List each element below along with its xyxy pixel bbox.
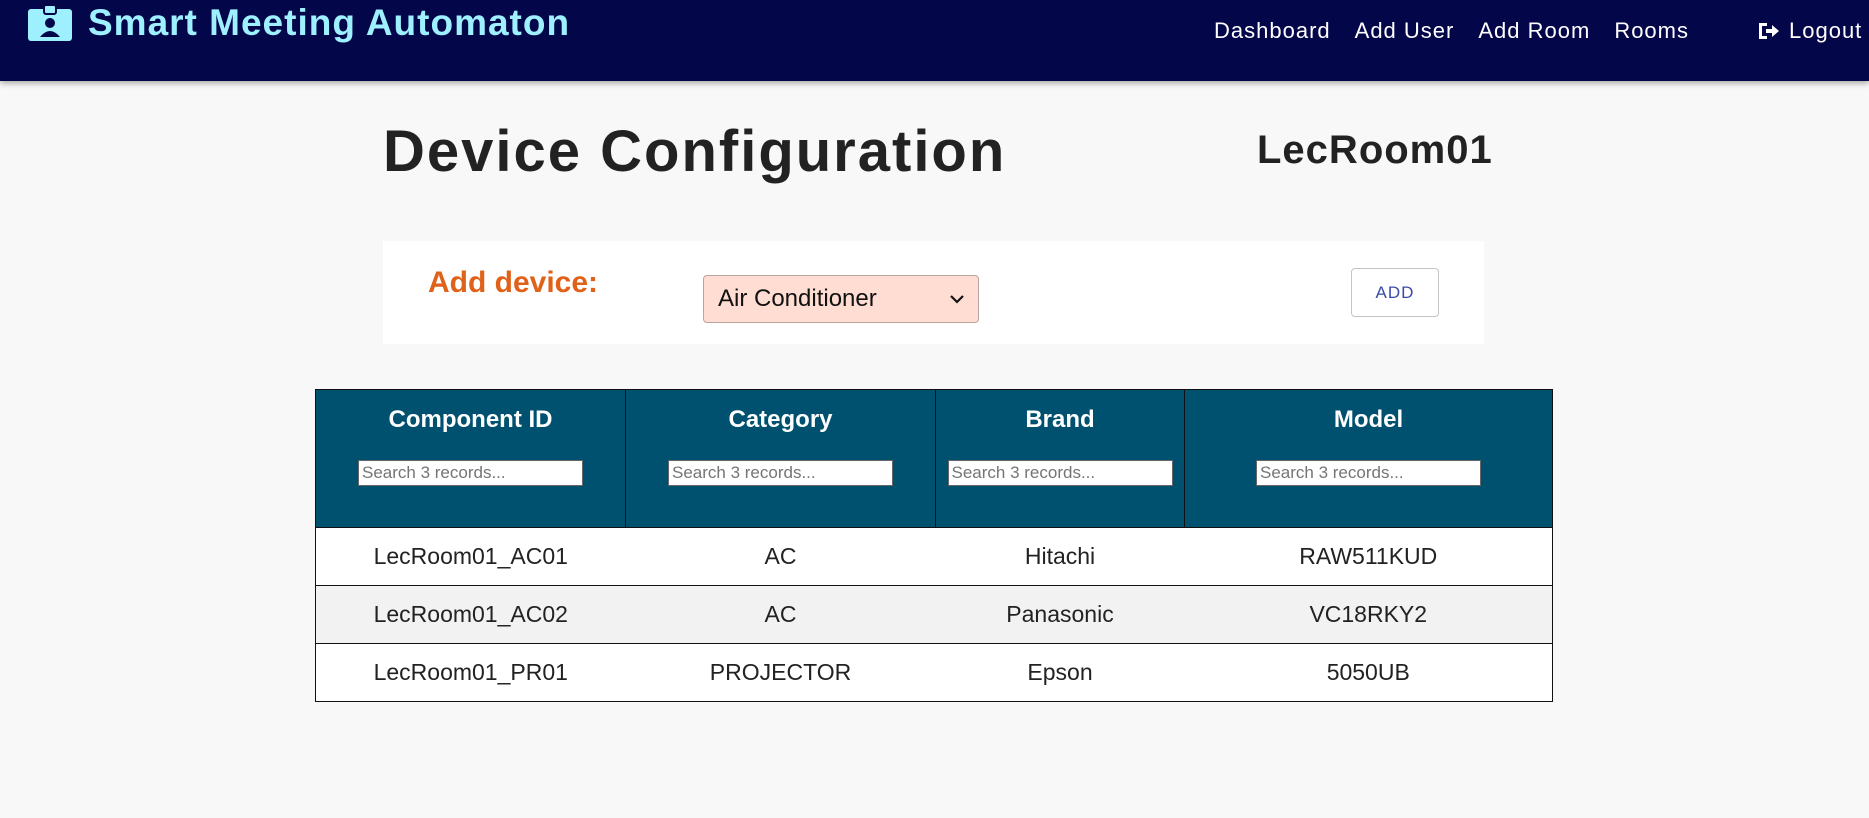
cell-brand: Hitachi	[935, 527, 1185, 586]
devices-table: Component ID Category Brand Model	[315, 389, 1553, 702]
nav-add-room[interactable]: Add Room	[1478, 18, 1590, 44]
cell-brand: Epson	[935, 643, 1185, 702]
cell-model: VC18RKY2	[1184, 585, 1553, 644]
id-badge-icon	[28, 5, 72, 41]
cell-brand: Panasonic	[935, 585, 1185, 644]
page-title: Device Configuration	[383, 119, 1007, 184]
search-input-component-id[interactable]	[358, 460, 583, 486]
device-select-value: Air Conditioner	[718, 285, 877, 312]
nav-dashboard[interactable]: Dashboard	[1214, 18, 1331, 44]
column-header-brand: Brand	[935, 389, 1185, 528]
top-navbar: Smart Meeting Automaton Dashboard Add Us…	[0, 0, 1869, 81]
search-input-model[interactable]	[1256, 460, 1481, 486]
cell-model: 5050UB	[1184, 643, 1553, 702]
cell-category: AC	[625, 527, 936, 586]
brand[interactable]: Smart Meeting Automaton	[28, 2, 570, 44]
device-type-select[interactable]: Air Conditioner	[703, 275, 979, 323]
cell-component-id: LecRoom01_AC02	[315, 585, 626, 644]
column-label: Brand	[1025, 406, 1095, 433]
column-header-model: Model	[1184, 389, 1553, 528]
sign-out-icon	[1759, 23, 1779, 39]
cell-model: RAW511KUD	[1184, 527, 1553, 586]
nav-add-user[interactable]: Add User	[1355, 18, 1455, 44]
devices-table-container: Component ID Category Brand Model	[315, 389, 1553, 702]
nav-rooms[interactable]: Rooms	[1614, 18, 1689, 44]
search-input-brand[interactable]	[947, 460, 1173, 486]
cell-category: PROJECTOR	[625, 643, 936, 702]
add-device-card: Add device: Air Conditioner ADD	[383, 241, 1484, 344]
column-label: Component ID	[388, 406, 553, 433]
add-device-label: Add device:	[428, 266, 599, 299]
search-input-category[interactable]	[668, 460, 893, 486]
add-device-button[interactable]: ADD	[1351, 268, 1439, 317]
chevron-down-icon	[950, 295, 964, 304]
nav-links: Dashboard Add User Add Room Rooms	[1214, 18, 1713, 44]
logout-link[interactable]: Logout	[1757, 18, 1862, 44]
cell-component-id: LecRoom01_AC01	[315, 527, 626, 586]
column-header-category: Category	[625, 389, 936, 528]
room-name: LecRoom01	[1257, 128, 1493, 172]
table-row[interactable]: LecRoom01_AC02 AC Panasonic VC18RKY2	[315, 585, 1553, 644]
column-label: Model	[1333, 406, 1404, 433]
table-row[interactable]: LecRoom01_AC01 AC Hitachi RAW511KUD	[315, 527, 1553, 586]
cell-component-id: LecRoom01_PR01	[315, 643, 626, 702]
cell-category: AC	[625, 585, 936, 644]
column-header-component-id: Component ID	[315, 389, 626, 528]
table-row[interactable]: LecRoom01_PR01 PROJECTOR Epson 5050UB	[315, 643, 1553, 702]
column-label: Category	[728, 406, 833, 433]
brand-title: Smart Meeting Automaton	[88, 2, 571, 43]
table-header-row: Component ID Category Brand Model	[315, 389, 1553, 528]
logout-label: Logout	[1789, 18, 1863, 43]
